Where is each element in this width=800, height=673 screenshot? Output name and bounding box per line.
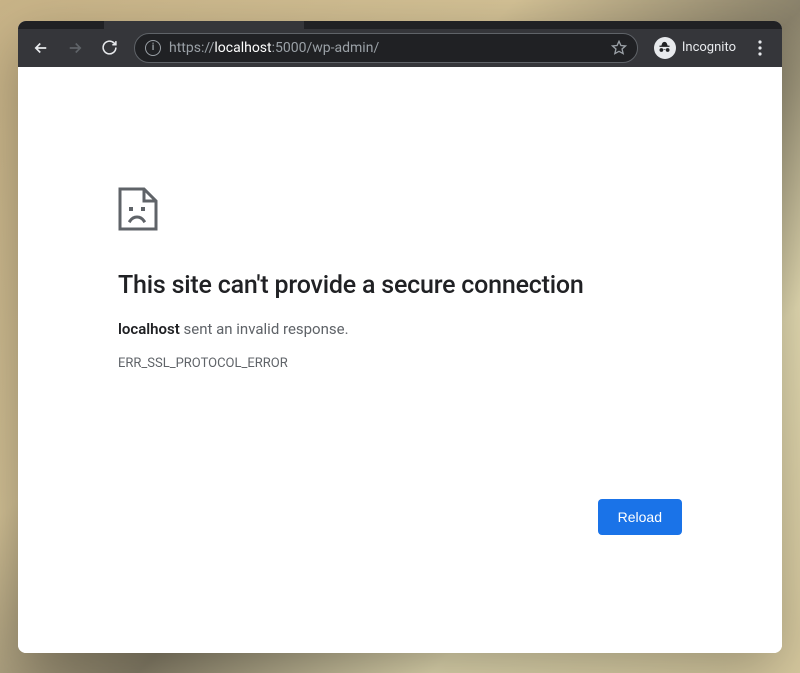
- toolbar: i https://localhost:5000/wp-admin/ Incog…: [18, 29, 782, 67]
- incognito-icon: [654, 37, 676, 59]
- url-scheme: https://: [169, 40, 214, 56]
- error-message: localhost sent an invalid response.: [118, 320, 682, 338]
- url-host: localhost: [214, 40, 271, 56]
- incognito-label: Incognito: [682, 40, 736, 55]
- page-content: This site can't provide a secure connect…: [18, 67, 782, 653]
- address-bar[interactable]: i https://localhost:5000/wp-admin/: [134, 33, 638, 63]
- url-path: :5000/wp-admin/: [272, 40, 380, 56]
- error-code: ERR_SSL_PROTOCOL_ERROR: [118, 356, 682, 371]
- reload-toolbar-button[interactable]: [94, 33, 124, 63]
- url-text: https://localhost:5000/wp-admin/: [169, 40, 603, 56]
- browser-window: localhost i https://localhost:5000/wp-ad…: [18, 21, 782, 653]
- back-button[interactable]: [26, 33, 56, 63]
- forward-button[interactable]: [60, 33, 90, 63]
- error-heading: This site can't provide a secure connect…: [118, 271, 682, 300]
- sad-page-icon: [118, 187, 682, 235]
- tab-active[interactable]: localhost: [104, 21, 304, 29]
- tab-strip: localhost: [18, 21, 782, 29]
- menu-button[interactable]: [746, 40, 774, 56]
- new-tab-button[interactable]: [310, 21, 338, 27]
- bookmark-star-icon[interactable]: [611, 40, 627, 56]
- incognito-indicator: Incognito: [648, 37, 742, 59]
- error-host: localhost: [118, 320, 180, 338]
- site-info-icon[interactable]: i: [145, 40, 161, 56]
- error-message-suffix: sent an invalid response.: [180, 320, 349, 338]
- reload-button[interactable]: Reload: [598, 499, 682, 535]
